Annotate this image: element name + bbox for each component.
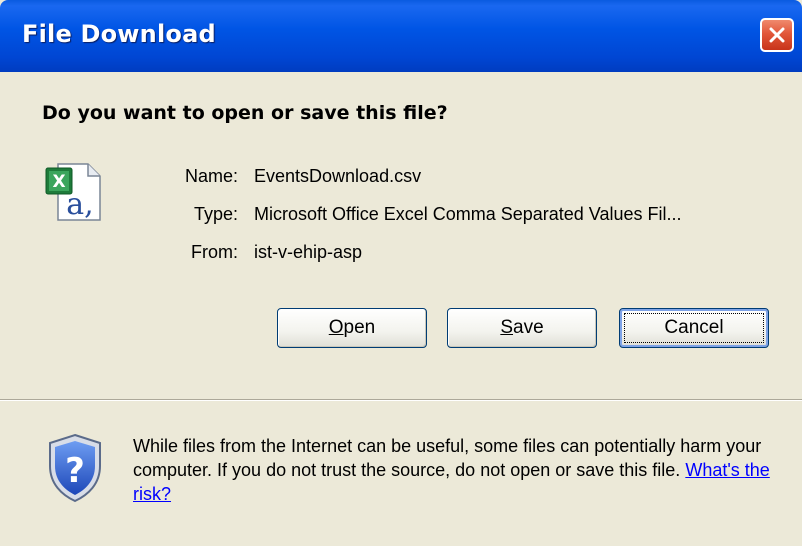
open-button-label: pen	[343, 317, 376, 338]
separator-highlight	[0, 400, 802, 401]
warning-text: While files from the Internet can be use…	[133, 436, 762, 480]
name-label: Name:	[184, 166, 238, 186]
name-value: EventsDownload.csv	[254, 166, 422, 186]
shield-question-icon: ?	[44, 432, 106, 509]
cancel-button[interactable]: Cancel	[619, 308, 769, 348]
from-value: ist-v-ehip-asp	[254, 242, 363, 262]
close-button[interactable]	[760, 18, 794, 52]
from-label: From:	[191, 242, 238, 262]
save-button[interactable]: Save	[447, 308, 597, 348]
name-row: Name: EventsDownload.csv	[0, 166, 802, 192]
save-button-mnemonic: S	[500, 317, 514, 338]
type-row: Type: Microsoft Office Excel Comma Separ…	[0, 204, 802, 230]
from-row: From: ist-v-ehip-asp	[0, 242, 802, 268]
security-warning: While files from the Internet can be use…	[133, 434, 783, 506]
open-button-mnemonic: O	[328, 317, 344, 338]
focus-rectangle	[624, 313, 764, 343]
open-button[interactable]: Open	[277, 308, 427, 348]
dialog-question: Do you want to open or save this file?	[42, 102, 448, 124]
save-button-label: ave	[513, 317, 544, 338]
svg-text:?: ?	[65, 451, 85, 491]
title-bar[interactable]: File Download	[0, 0, 802, 72]
close-icon	[769, 27, 785, 43]
window-title: File Download	[22, 20, 216, 48]
type-label: Type:	[193, 204, 238, 224]
type-value: Microsoft Office Excel Comma Separated V…	[254, 204, 682, 224]
